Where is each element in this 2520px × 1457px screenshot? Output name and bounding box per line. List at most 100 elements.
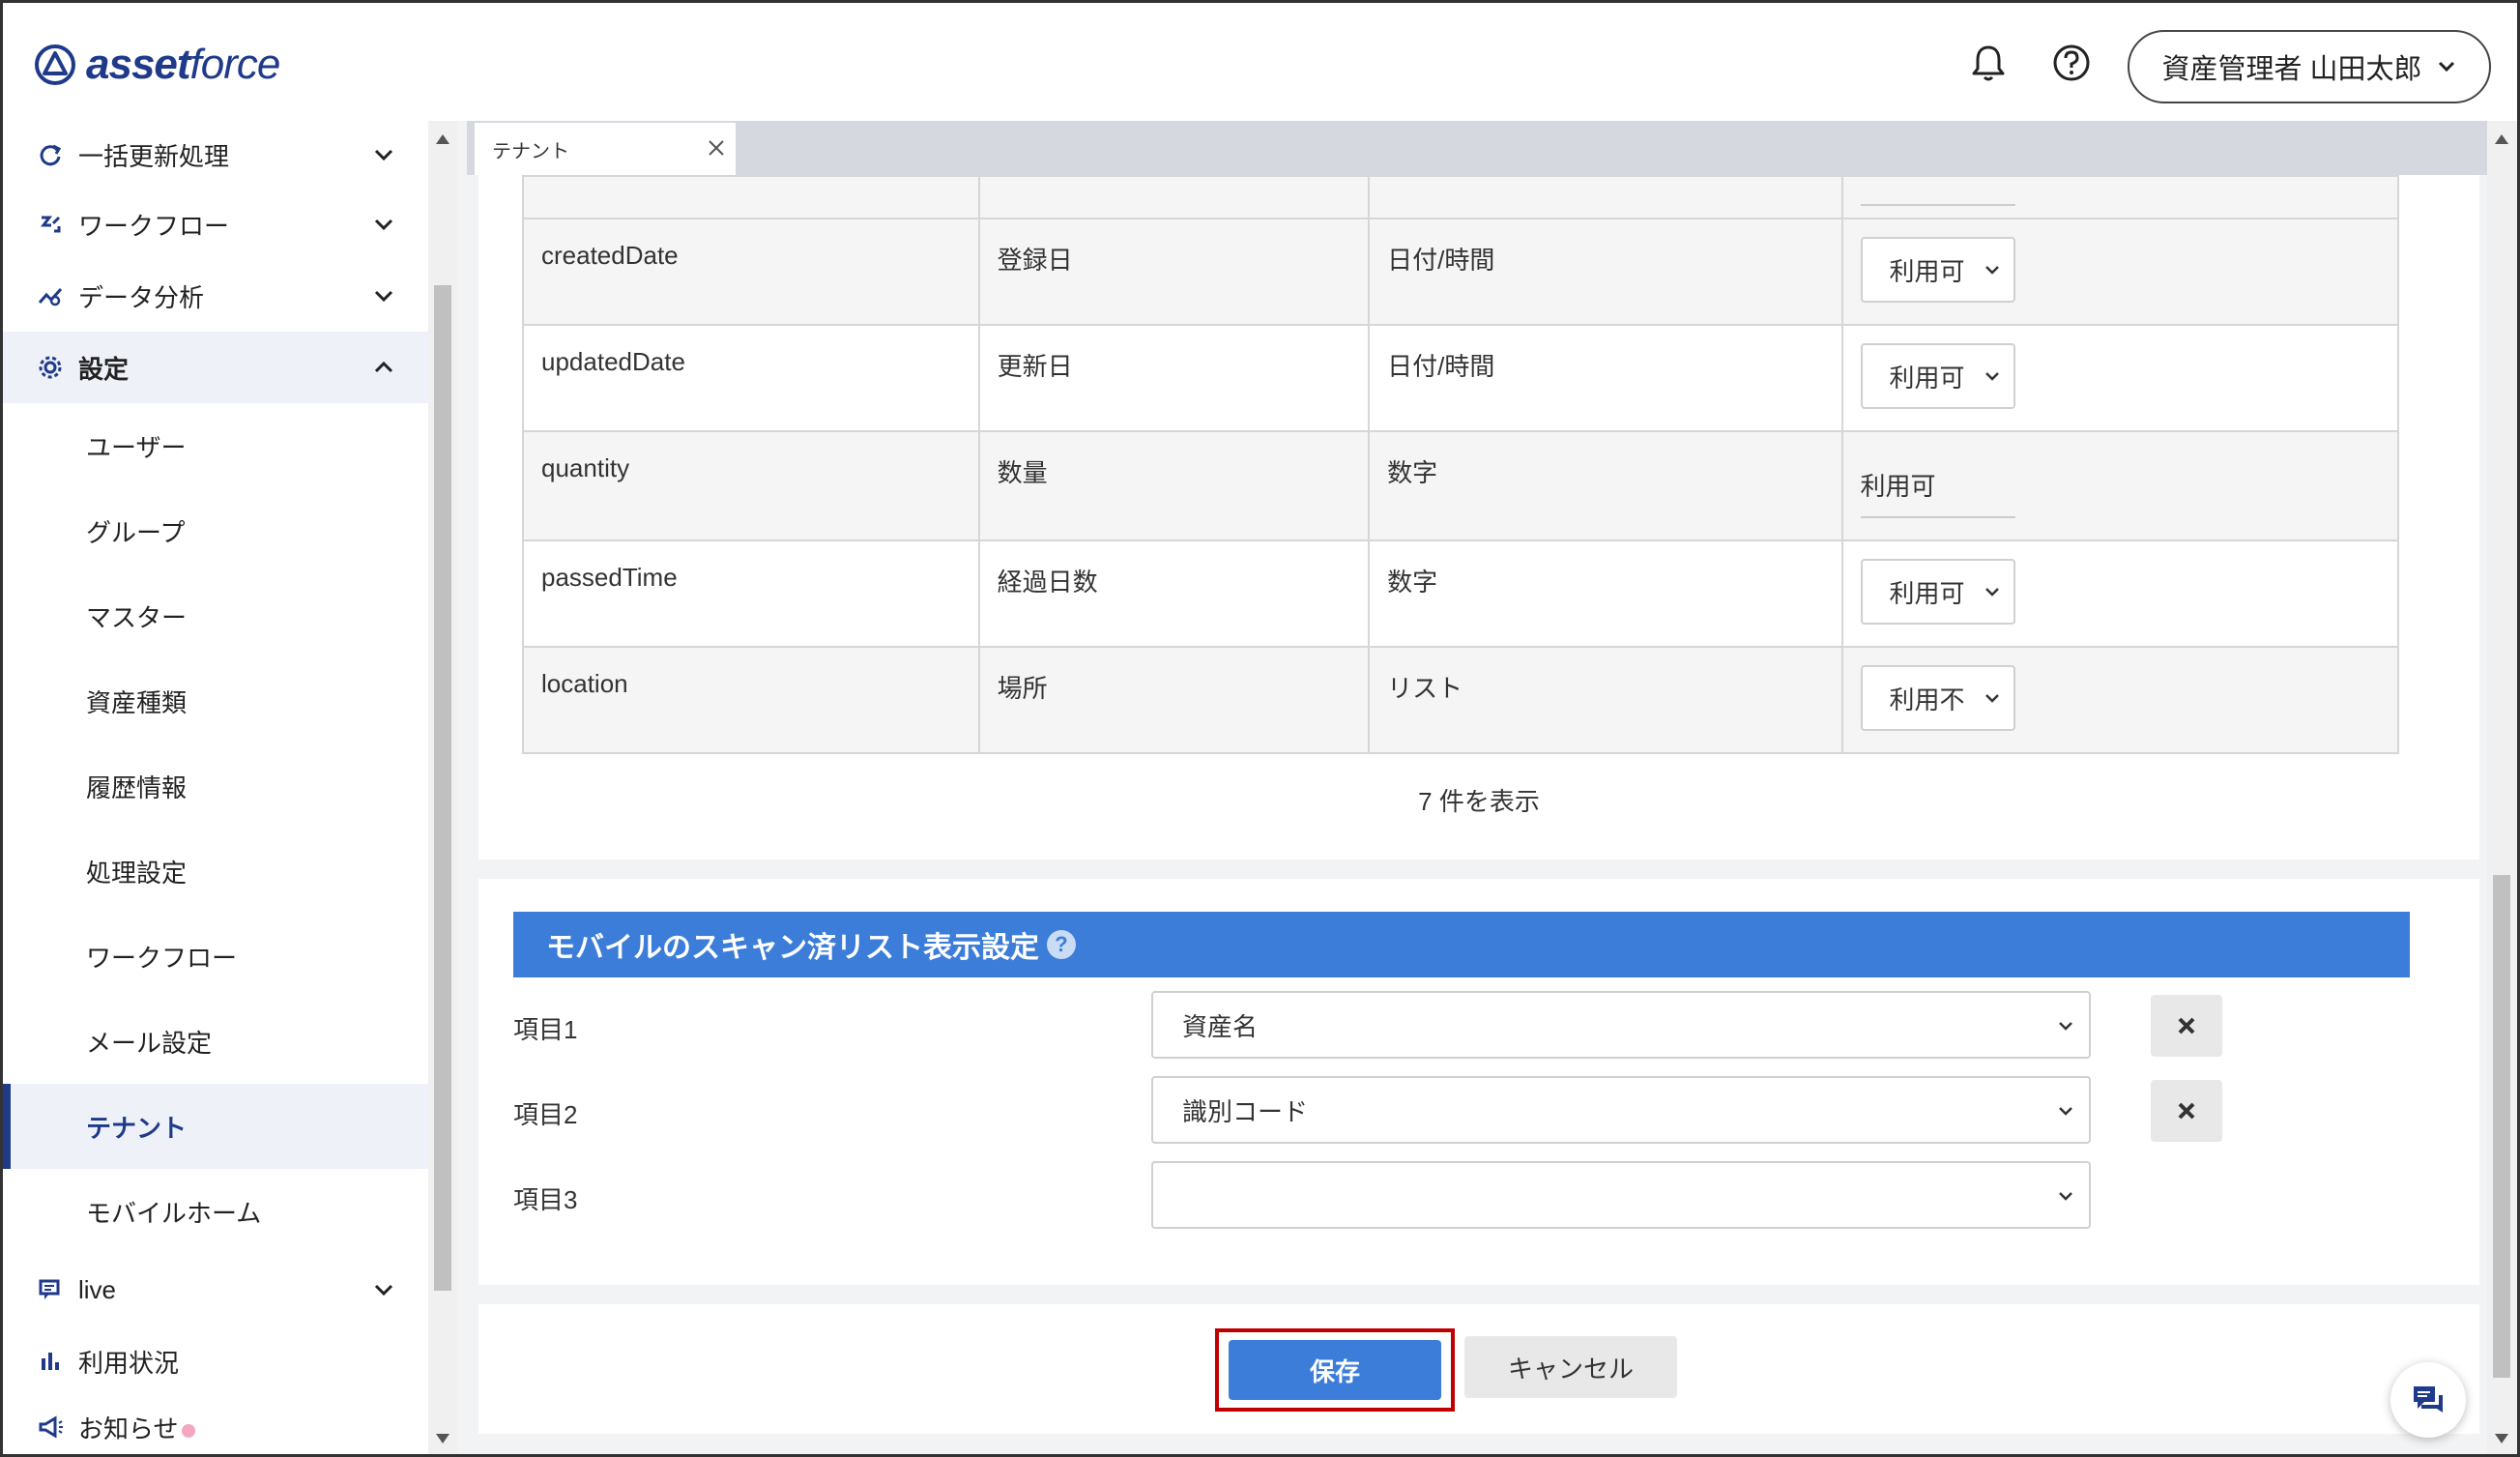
tab-label: テナント xyxy=(492,140,569,162)
logo-icon xyxy=(35,44,75,85)
sidebar-sub-label: マスター xyxy=(86,602,188,632)
field-label: 項目3 xyxy=(513,1185,578,1214)
scroll-up-icon[interactable] xyxy=(436,134,449,144)
sidebar-sub-users[interactable]: ユーザー xyxy=(3,403,428,488)
scroll-down-icon[interactable] xyxy=(436,1434,449,1443)
scroll-down-icon[interactable] xyxy=(2495,1434,2508,1443)
close-icon[interactable] xyxy=(707,138,726,158)
table-row: location 場所 リスト 利用不 xyxy=(522,646,2400,754)
chevron-down-icon xyxy=(374,1284,393,1297)
chevron-up-icon xyxy=(374,361,393,373)
sidebar-item-workflow[interactable]: ワークフロー xyxy=(3,189,428,260)
gear-icon xyxy=(39,356,62,379)
sidebar-item-label: お知らせ xyxy=(78,1410,196,1445)
sidebar-item-data-analysis[interactable]: データ分析 xyxy=(3,260,428,332)
item2-select[interactable]: 識別コード xyxy=(1151,1076,2091,1144)
sidebar-sub-history[interactable]: 履歴情報 xyxy=(3,743,428,829)
field-type: 日付/時間 xyxy=(1368,218,1843,326)
scroll-up-icon[interactable] xyxy=(2495,134,2508,144)
sidebar-scrollbar[interactable] xyxy=(428,121,457,1454)
chevron-down-icon xyxy=(1984,266,1999,275)
section-title: モバイルのスキャン済リスト表示設定 xyxy=(546,932,1039,964)
save-button[interactable]: 保存 xyxy=(1229,1340,1441,1400)
close-icon xyxy=(2178,1017,2195,1034)
status-select[interactable]: 利用可 xyxy=(1860,237,2015,303)
field-name: 経過日数 xyxy=(977,539,1371,648)
main-content: テナント createdDate 登録日 日付/時間 利用可 updatedDa xyxy=(457,121,2517,1454)
field-key: createdDate xyxy=(522,218,980,326)
table-row: passedTime 経過日数 数字 利用可 xyxy=(522,539,2400,648)
tab-tenant[interactable]: テナント xyxy=(475,123,736,175)
sidebar-item-settings[interactable]: 設定 xyxy=(3,332,428,403)
item3-select[interactable] xyxy=(1151,1161,2091,1229)
status-value: 利用可 xyxy=(1889,256,1965,286)
status-select[interactable]: 利用不 xyxy=(1860,665,2015,731)
sidebar-sub-mail-settings[interactable]: メール設定 xyxy=(3,999,428,1084)
sidebar-sub-process-settings[interactable]: 処理設定 xyxy=(3,829,428,914)
sidebar-sub-label: 履歴情報 xyxy=(86,772,188,802)
sidebar-sub-tenant[interactable]: テナント xyxy=(3,1084,428,1169)
main-scrollbar[interactable] xyxy=(2487,121,2517,1454)
action-bar: 保存 キャンセル xyxy=(478,1304,2479,1434)
save-highlight: 保存 xyxy=(1215,1328,1455,1412)
status-select[interactable]: 利用可 xyxy=(1860,343,2015,409)
sidebar-sub-mobile-home[interactable]: モバイルホーム xyxy=(3,1169,428,1254)
sidebar-scroll-thumb[interactable] xyxy=(434,285,451,1291)
field-type: 数字 xyxy=(1368,430,1843,541)
sidebar-item-notice[interactable]: お知らせ xyxy=(3,1397,428,1454)
refresh-icon xyxy=(40,144,62,166)
sidebar-item-label: ワークフロー xyxy=(78,211,230,241)
status-select[interactable]: 利用可 xyxy=(1860,559,2015,625)
status-value: 利用可 xyxy=(1860,467,2015,518)
sidebar-item-bulk-update[interactable]: 一括更新処理 xyxy=(3,121,428,189)
bar-chart-icon xyxy=(42,1353,59,1370)
sidebar-sub-master[interactable]: マスター xyxy=(3,573,428,658)
status-value: 利用可 xyxy=(1889,578,1965,608)
bell-icon[interactable] xyxy=(1967,42,2010,84)
chevron-down-icon xyxy=(2059,1107,2072,1116)
logo-text: assetforce xyxy=(86,41,280,88)
table-row: quantity 数量 数字 利用可 xyxy=(522,430,2400,541)
help-icon[interactable] xyxy=(2050,42,2093,84)
main-scroll-thumb[interactable] xyxy=(2493,875,2510,1378)
field-type: 数字 xyxy=(1368,539,1843,648)
app-window: assetforce 資産管理者 山田太郎 一括更新処理 ワークフロー データ分… xyxy=(0,0,2520,1457)
user-name: 資産管理者 山田太郎 xyxy=(2161,54,2422,85)
sidebar-item-label: 設定 xyxy=(78,354,130,384)
remove-item1-button[interactable] xyxy=(2151,995,2222,1057)
cancel-button[interactable]: キャンセル xyxy=(1464,1336,1677,1398)
chat-button[interactable] xyxy=(2390,1362,2466,1438)
field-label: 項目2 xyxy=(513,1100,578,1129)
field-table: createdDate 登録日 日付/時間 利用可 updatedDate 更新… xyxy=(522,175,2400,754)
sidebar-sub-label: ワークフロー xyxy=(86,943,238,973)
table-row: createdDate 登録日 日付/時間 利用可 xyxy=(522,218,2400,326)
field-name: 登録日 xyxy=(977,218,1371,326)
sidebar-item-label: データ分析 xyxy=(78,282,205,312)
field-name: 場所 xyxy=(977,646,1371,754)
table-row: updatedDate 更新日 日付/時間 利用可 xyxy=(522,324,2400,432)
close-icon xyxy=(2178,1102,2195,1120)
item1-select[interactable]: 資産名 xyxy=(1151,991,2091,1059)
user-menu-button[interactable]: 資産管理者 山田太郎 xyxy=(2128,30,2491,103)
megaphone-icon xyxy=(39,1415,63,1439)
field-key: location xyxy=(522,646,980,754)
help-icon[interactable]: ? xyxy=(1047,930,1076,959)
sidebar-item-live[interactable]: live xyxy=(3,1254,428,1326)
sidebar-sub-label: ユーザー xyxy=(86,432,187,462)
notification-dot xyxy=(182,1423,196,1438)
logo[interactable]: assetforce xyxy=(34,38,280,92)
select-value: 資産名 xyxy=(1182,1011,1259,1041)
select-value: 識別コード xyxy=(1182,1096,1309,1126)
sidebar-item-usage[interactable]: 利用状況 xyxy=(3,1326,428,1397)
field-type: 日付/時間 xyxy=(1368,324,1843,432)
field-key: quantity xyxy=(522,430,980,541)
remove-item2-button[interactable] xyxy=(2151,1080,2222,1142)
sidebar-sub-label: テナント xyxy=(86,1113,188,1143)
sidebar-sub-groups[interactable]: グループ xyxy=(3,488,428,573)
sidebar-sub-workflow[interactable]: ワークフロー xyxy=(3,914,428,999)
sidebar-sub-asset-types[interactable]: 資産種類 xyxy=(3,658,428,743)
sidebar-sub-label: グループ xyxy=(86,517,186,547)
chevron-down-icon xyxy=(1984,588,1999,597)
chat-icon xyxy=(2414,1386,2443,1413)
status-value: 利用可 xyxy=(1889,363,1965,393)
